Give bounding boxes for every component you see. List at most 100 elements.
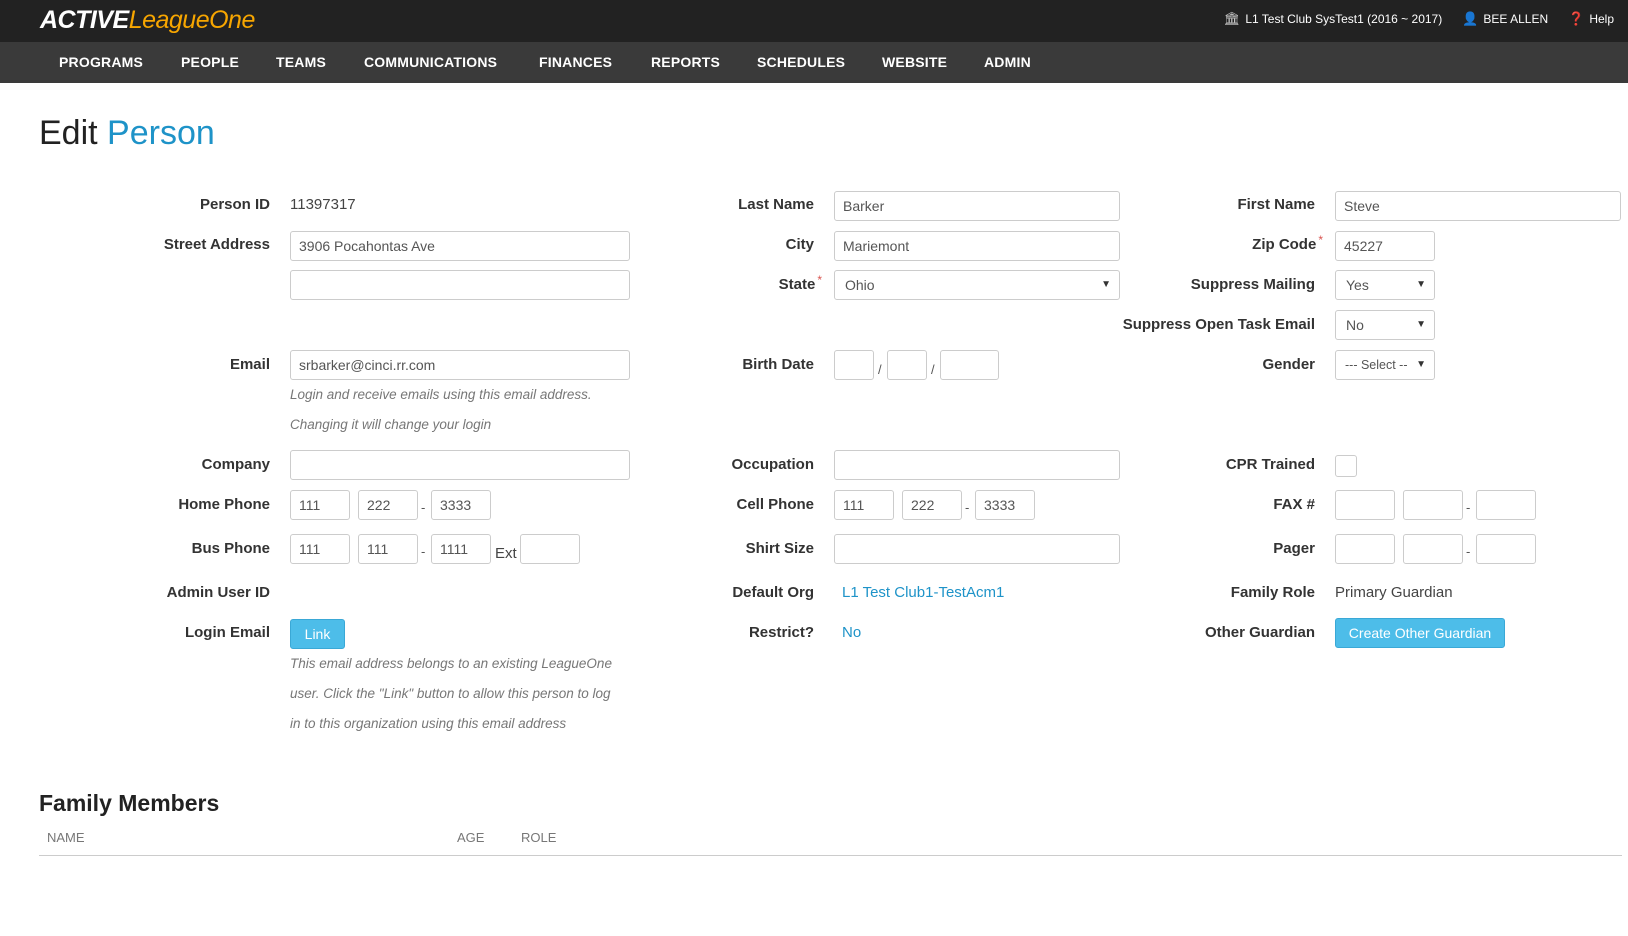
birth-year-input[interactable] [940,350,999,380]
bus-phone-ext-input[interactable] [520,534,580,564]
family-members-title: Family Members [39,790,220,816]
main-nav: PROGRAMS PEOPLE TEAMS COMMUNICATIONS FIN… [0,42,1628,83]
admin-user-id-label: Admin User ID [166,584,270,601]
default-org-link[interactable]: L1 Test Club1-TestAcm1 [842,584,1004,601]
suppress-mailing-select[interactable]: Yes ▼ [1335,270,1435,300]
street-address-label: Street Address [163,236,270,253]
default-org-label: Default Org [732,584,814,601]
ext-label: Ext [495,545,517,562]
home-phone-prefix-input[interactable] [358,490,418,520]
fax-line-input[interactable] [1476,490,1536,520]
top-bar: ACTIVELeagueOne 🏛 L1 Test Club SysTest1 (… [0,0,1628,42]
create-other-guardian-button[interactable]: Create Other Guardian [1335,618,1505,648]
home-phone-area-input[interactable] [290,490,350,520]
org-switcher[interactable]: 🏛 L1 Test Club SysTest1 (2016 ~ 2017) [1224,11,1442,27]
family-role-label: Family Role [1230,584,1315,601]
cell-phone-label: Cell Phone [736,496,814,513]
last-name-label: Last Name [738,196,814,213]
building-icon: 🏛 [1223,11,1241,26]
occupation-label: Occupation [731,456,814,473]
nav-teams[interactable]: TEAMS [276,42,326,83]
bus-phone-label: Bus Phone [191,540,270,557]
cpr-trained-label: CPR Trained [1225,456,1315,473]
nav-finances[interactable]: FINANCES [539,42,612,83]
email-input[interactable] [290,350,630,380]
other-guardian-label: Other Guardian [1204,624,1315,641]
pager-line-input[interactable] [1476,534,1536,564]
column-header-name[interactable]: NAME [47,830,85,845]
person-id-label: Person ID [199,196,270,213]
bus-phone-line-input[interactable] [431,534,491,564]
fax-area-input[interactable] [1335,490,1395,520]
bus-phone-area-input[interactable] [290,534,350,564]
pager-prefix-input[interactable] [1403,534,1463,564]
cell-phone-area-input[interactable] [834,490,894,520]
pager-label: Pager [1273,540,1315,557]
column-header-role[interactable]: ROLE [521,830,556,845]
zip-code-label: Zip Code * [1252,233,1323,253]
gender-label: Gender [1262,356,1315,373]
zip-code-input[interactable] [1335,231,1435,261]
nav-people[interactable]: PEOPLE [181,42,239,83]
suppress-open-task-email-label: Suppress Open Task Email [1122,316,1315,333]
email-label: Email [229,356,270,373]
dropdown-caret-icon: ▼ [1416,359,1426,370]
fax-prefix-input[interactable] [1403,490,1463,520]
dropdown-caret-icon: ▼ [1101,279,1111,290]
occupation-input[interactable] [834,450,1120,480]
birth-date-label: Birth Date [742,356,814,373]
company-input[interactable] [290,450,630,480]
company-label: Company [201,456,270,473]
restrict-label: Restrict? [748,624,814,641]
login-email-label: Login Email [184,624,270,641]
cell-phone-line-input[interactable] [975,490,1035,520]
user-icon: 👤 [1462,11,1479,26]
street-address-line1-input[interactable] [290,231,630,261]
home-phone-label: Home Phone [178,496,270,513]
nav-reports[interactable]: REPORTS [651,42,720,83]
nav-schedules[interactable]: SCHEDULES [757,42,845,83]
birth-day-input[interactable] [887,350,927,380]
user-menu[interactable]: 👤 BEE ALLEN [1462,11,1548,27]
help-link[interactable]: ❓ Help [1568,11,1614,27]
gender-select[interactable]: --- Select -- ▼ [1335,350,1435,380]
link-note-2: user. Click the "Link" button to allow t… [290,686,611,701]
last-name-input[interactable] [834,191,1120,221]
link-note-1: This email address belongs to an existin… [290,656,612,671]
nav-website[interactable]: WEBSITE [882,42,947,83]
family-role-value: Primary Guardian [1335,584,1453,601]
cpr-trained-checkbox[interactable] [1335,455,1357,477]
fax-label: FAX # [1273,496,1315,513]
column-header-age[interactable]: AGE [457,830,484,845]
dropdown-caret-icon: ▼ [1416,279,1426,290]
city-label: City [785,236,814,253]
first-name-input[interactable] [1335,191,1621,221]
link-button[interactable]: Link [290,619,345,649]
cell-phone-prefix-input[interactable] [902,490,962,520]
state-select[interactable]: Ohio ▼ [834,270,1120,300]
shirt-size-input[interactable] [834,534,1120,564]
page-title: Edit Person [39,114,215,152]
suppress-open-task-email-select[interactable]: No ▼ [1335,310,1435,340]
restrict-link[interactable]: No [842,624,861,641]
dropdown-caret-icon: ▼ [1416,319,1426,330]
first-name-label: First Name [1237,196,1315,213]
table-divider [39,855,1622,856]
link-note-3: in to this organization using this email… [290,716,567,731]
nav-programs[interactable]: PROGRAMS [59,42,143,83]
state-label: State * [778,273,822,293]
street-address-line2-input[interactable] [290,270,630,300]
person-id-value: 11397317 [290,196,356,213]
nav-communications[interactable]: COMMUNICATIONS [364,42,497,83]
home-phone-line-input[interactable] [431,490,491,520]
nav-admin[interactable]: ADMIN [984,42,1031,83]
suppress-mailing-label: Suppress Mailing [1190,276,1315,293]
email-note-2: Changing it will change your login [290,417,492,432]
pager-area-input[interactable] [1335,534,1395,564]
city-input[interactable] [834,231,1120,261]
app-logo[interactable]: ACTIVELeagueOne [40,6,255,35]
bus-phone-prefix-input[interactable] [358,534,418,564]
birth-month-input[interactable] [834,350,874,380]
help-icon: ❓ [1568,11,1585,26]
email-note-1: Login and receive emails using this emai… [290,387,592,402]
